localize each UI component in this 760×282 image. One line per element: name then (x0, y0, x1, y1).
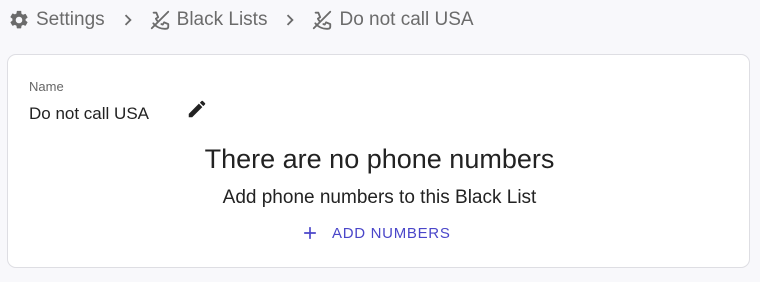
breadcrumb-item-black-lists[interactable]: Black Lists (149, 9, 268, 31)
empty-state-subtitle: Add phone numbers to this Black List (222, 187, 537, 208)
breadcrumb: Settings Black Lists Do not call USA (8, 7, 474, 33)
chevron-right-icon (117, 9, 139, 31)
gear-icon (8, 9, 30, 31)
breadcrumb-label: Settings (36, 9, 105, 30)
blacklist-card: Name Do not call USA There are no phone … (7, 54, 750, 268)
name-field-label: Name (29, 79, 64, 94)
breadcrumb-item-settings[interactable]: Settings (8, 9, 105, 31)
empty-state-title: There are no phone numbers (204, 144, 555, 174)
breadcrumb-label: Black Lists (176, 9, 268, 30)
phone-blocked-icon (311, 9, 333, 31)
breadcrumb-item-current: Do not call USA (311, 9, 474, 31)
add-numbers-button[interactable]: ADD NUMBERS (300, 219, 451, 247)
breadcrumb-label: Do not call USA (339, 9, 474, 30)
plus-icon (300, 223, 320, 243)
pencil-icon[interactable] (186, 98, 208, 120)
chevron-right-icon (279, 9, 301, 31)
add-numbers-label: ADD NUMBERS (332, 224, 451, 242)
phone-blocked-icon (149, 9, 171, 31)
name-field-value: Do not call USA (29, 104, 149, 123)
